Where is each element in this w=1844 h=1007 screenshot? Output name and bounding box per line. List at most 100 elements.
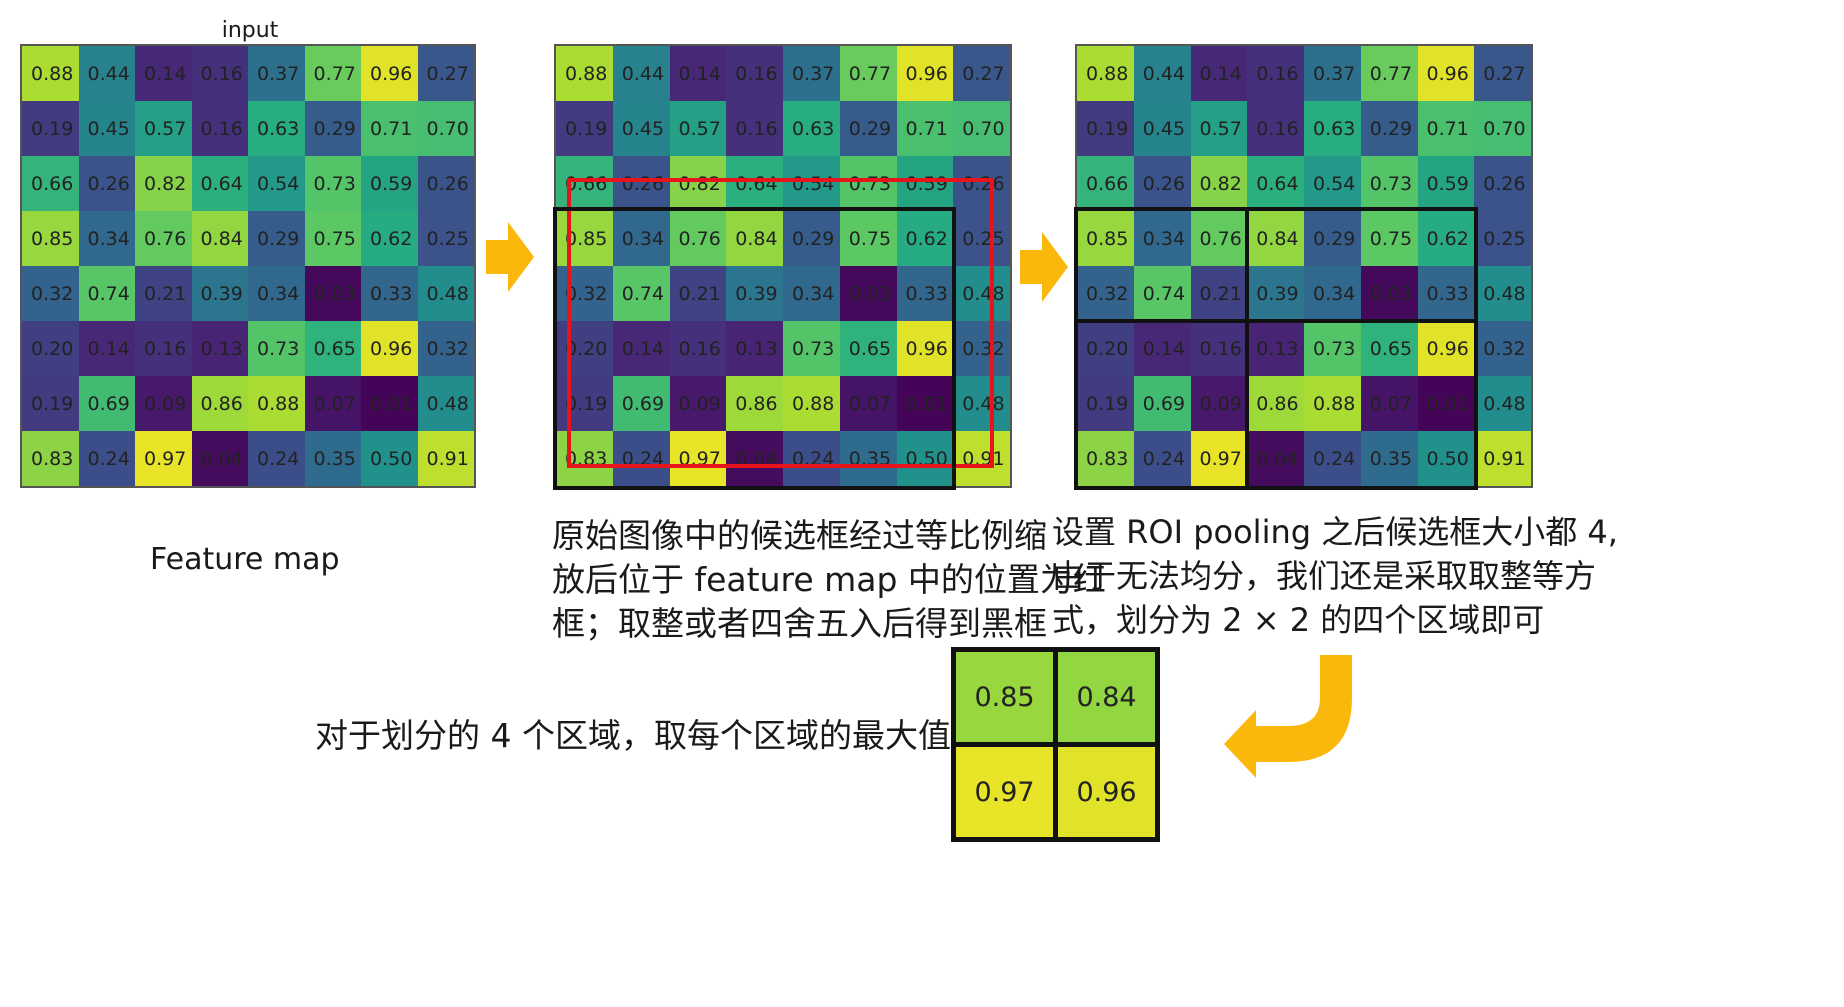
feature-map-cell: 0.86	[1247, 376, 1304, 431]
feature-map-cell: 0.57	[1190, 101, 1248, 156]
feature-map-cell: 0.54	[783, 156, 840, 211]
curved-arrow-icon	[1224, 655, 1352, 778]
feature-map-cell: 0.26	[78, 156, 135, 211]
feature-map-cell: 0.65	[304, 321, 361, 376]
feature-map-cell: 0.57	[669, 101, 727, 156]
arrow-right-icon	[1020, 232, 1068, 302]
feature-map-cell: 0.26	[953, 156, 1010, 211]
feature-map-cell: 0.48	[1474, 266, 1531, 321]
feature-map-cell: 0.16	[191, 46, 248, 101]
feature-map-cell: 0.39	[191, 266, 248, 321]
feature-map-cell: 0.77	[1360, 46, 1418, 101]
feature-map-cell: 0.39	[726, 266, 783, 321]
feature-map-cell: 0.74	[612, 266, 670, 321]
feature-map-cell: 0.82	[135, 156, 192, 211]
feature-map-cell: 0.77	[839, 46, 897, 101]
feature-map-cell: 0.16	[726, 101, 783, 156]
feature-map-cell: 0.96	[896, 321, 954, 376]
feature-map-cell: 0.26	[417, 156, 474, 211]
feature-map-cell: 0.32	[417, 321, 474, 376]
feature-map-cell: 0.27	[417, 46, 474, 101]
feature-map-cell: 0.63	[1304, 101, 1361, 156]
feature-map-cell: 0.75	[839, 211, 897, 266]
caption-step2: 原始图像中的候选框经过等比例缩 放后位于 feature map 中的位置为红 …	[552, 514, 1106, 646]
feature-map-cell: 0.85	[556, 211, 613, 266]
result-cell: 0.97	[956, 747, 1053, 837]
feature-map-cell: 0.74	[1133, 266, 1191, 321]
feature-map-cell: 0.34	[783, 266, 840, 321]
feature-map-cell: 0.32	[1474, 321, 1531, 376]
feature-map-cell: 0.48	[417, 266, 474, 321]
feature-map-cell: 0.50	[1417, 431, 1475, 486]
feature-map-cell: 0.62	[1417, 211, 1475, 266]
feature-map-cell: 0.19	[1077, 101, 1134, 156]
feature-map-cell: 0.04	[1247, 431, 1304, 486]
feature-map-cell: 0.91	[1474, 431, 1531, 486]
feature-map-cell: 0.19	[22, 101, 79, 156]
feature-map-cell: 0.24	[248, 431, 305, 486]
feature-map-cell: 0.14	[78, 321, 135, 376]
feature-map-cell: 0.73	[248, 321, 305, 376]
feature-map-cell: 0.62	[361, 211, 418, 266]
feature-map-cell: 0.59	[896, 156, 954, 211]
feature-map-cell: 0.96	[1417, 321, 1475, 376]
feature-map-cell: 0.20	[556, 321, 613, 376]
feature-map-cell: 0.69	[78, 376, 135, 431]
feature-map-cell: 0.25	[953, 211, 1010, 266]
feature-map-cell: 0.64	[726, 156, 783, 211]
feature-map-cell: 0.96	[361, 46, 418, 101]
feature-map-cell: 0.66	[556, 156, 613, 211]
feature-map-cell: 0.25	[417, 211, 474, 266]
feature-map-cell: 0.44	[612, 46, 670, 101]
feature-map-cell: 0.16	[135, 321, 192, 376]
feature-map-cell: 0.96	[1417, 46, 1475, 101]
feature-map-cell: 0.13	[1247, 321, 1304, 376]
feature-map-cell: 0.48	[417, 376, 474, 431]
feature-map-cell: 0.32	[22, 266, 79, 321]
feature-map-cell: 0.01	[1417, 376, 1475, 431]
feature-map-cell: 0.24	[1133, 431, 1191, 486]
feature-map-cell: 0.70	[953, 101, 1010, 156]
feature-map-cell: 0.35	[839, 431, 897, 486]
feature-map-cell: 0.32	[556, 266, 613, 321]
feature-map-cell: 0.34	[1133, 211, 1191, 266]
feature-map-cell: 0.88	[248, 376, 305, 431]
feature-map-cell: 0.76	[135, 211, 192, 266]
feature-map-cell: 0.35	[1360, 431, 1418, 486]
feature-map-cell: 0.14	[1190, 46, 1248, 101]
feature-map-cell: 0.07	[304, 376, 361, 431]
feature-map-cell: 0.73	[304, 156, 361, 211]
feature-map-cell: 0.73	[839, 156, 897, 211]
feature-map-cell: 0.69	[1133, 376, 1191, 431]
feature-map-cell: 0.33	[1417, 266, 1475, 321]
feature-map-cell: 0.70	[417, 101, 474, 156]
feature-map-cell: 0.21	[1190, 266, 1248, 321]
result-cell: 0.84	[1058, 652, 1155, 742]
feature-map-cell: 0.64	[191, 156, 248, 211]
feature-map-cell: 0.83	[1077, 431, 1134, 486]
feature-map-cell: 0.14	[1133, 321, 1191, 376]
feature-map-cell: 0.63	[248, 101, 305, 156]
feature-map-cell: 0.88	[556, 46, 613, 101]
feature-map-cell: 0.16	[669, 321, 727, 376]
feature-map-cell: 0.04	[191, 431, 248, 486]
feature-map-cell: 0.29	[304, 101, 361, 156]
feature-map-cell: 0.57	[135, 101, 192, 156]
feature-map-cell: 0.24	[783, 431, 840, 486]
feature-map-cell: 0.14	[612, 321, 670, 376]
feature-map-cell: 0.71	[1417, 101, 1475, 156]
feature-map-cell: 0.35	[304, 431, 361, 486]
feature-map-cell: 0.26	[612, 156, 670, 211]
feature-map-cell: 0.33	[361, 266, 418, 321]
result-cell: 0.96	[1058, 747, 1155, 837]
feature-map-cell: 0.64	[1247, 156, 1304, 211]
feature-map-cell: 0.34	[612, 211, 670, 266]
feature-map-cell: 0.29	[248, 211, 305, 266]
feature-map-cell: 0.07	[1360, 376, 1418, 431]
feature-map-cell: 0.97	[1190, 431, 1248, 486]
feature-map-cell: 0.86	[726, 376, 783, 431]
feature-map-cell: 0.69	[612, 376, 670, 431]
feature-map-cell: 0.37	[1304, 46, 1361, 101]
feature-map-cell: 0.29	[783, 211, 840, 266]
feature-map-cell: 0.37	[248, 46, 305, 101]
